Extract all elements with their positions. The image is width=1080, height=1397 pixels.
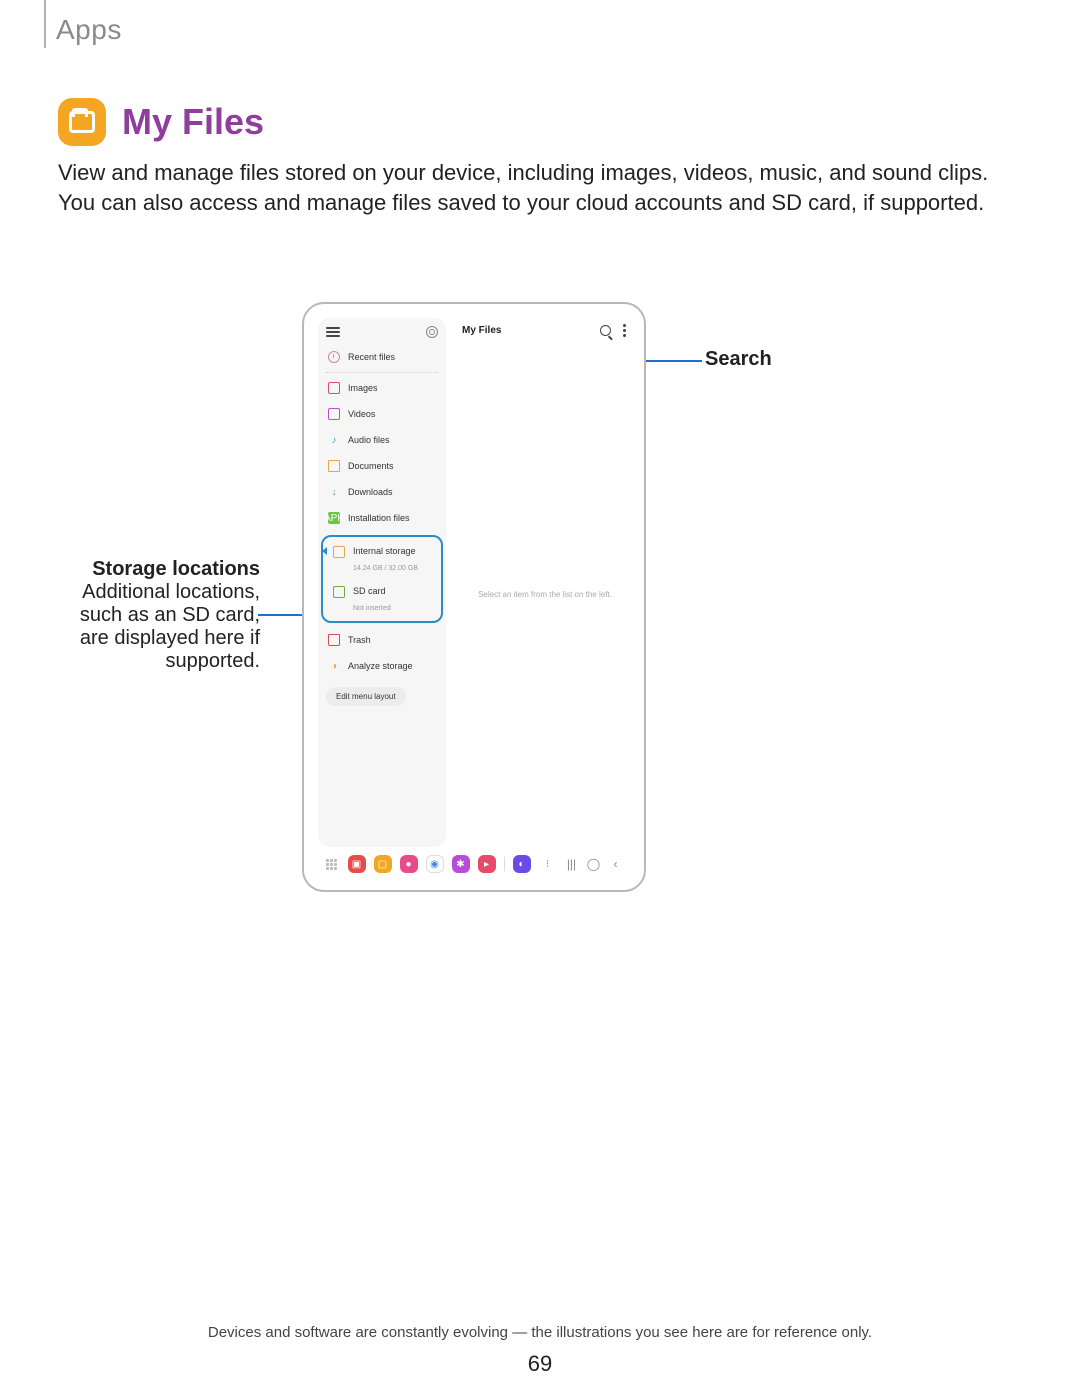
- sidebar-divider: [326, 372, 438, 373]
- storage-usage-text: 14.24 GB / 32.00 GB: [353, 565, 418, 572]
- download-icon: ↓: [328, 486, 340, 498]
- sidebar-item-label: Documents: [348, 461, 394, 471]
- apps-grid-icon[interactable]: [326, 859, 340, 870]
- more-options-icon[interactable]: [623, 324, 626, 337]
- sidebar-item-internal-storage[interactable]: Internal storage 14.24 GB / 32.00 GB: [323, 539, 441, 579]
- sidebar-item-installation[interactable]: APK Installation files: [318, 505, 446, 531]
- taskbar-app-icon[interactable]: ◐: [513, 855, 531, 873]
- taskbar-app-icon[interactable]: ▣: [348, 855, 366, 873]
- sidebar-item-label: SD card: [353, 586, 386, 596]
- taskbar-app-icon[interactable]: ▢: [374, 855, 392, 873]
- trash-icon: [328, 634, 340, 646]
- taskbar-app-icon[interactable]: ▸: [478, 855, 496, 873]
- callout-storage-body: Additional locations, such as an SD card…: [72, 581, 260, 673]
- sidebar-item-label: Audio files: [348, 435, 390, 445]
- taskbar-app-icon[interactable]: ✱: [452, 855, 470, 873]
- sidebar-item-label: Videos: [348, 409, 375, 419]
- search-icon[interactable]: [600, 325, 611, 336]
- analyze-icon: ◑: [328, 660, 340, 672]
- myfiles-title: My Files: [462, 325, 501, 336]
- myfiles-main-pane: My Files Select an item from the list on…: [446, 318, 630, 847]
- sidebar-item-documents[interactable]: Documents: [318, 453, 446, 479]
- taskbar-app-icon[interactable]: ●: [400, 855, 418, 873]
- sidebar-item-downloads[interactable]: ↓ Downloads: [318, 479, 446, 505]
- sidebar-item-label: Recent files: [348, 352, 395, 362]
- hamburger-icon[interactable]: [326, 327, 340, 337]
- sidebar-item-recent[interactable]: Recent files: [318, 344, 446, 370]
- video-icon: [328, 408, 340, 420]
- section-rule: [44, 0, 46, 48]
- image-icon: [328, 382, 340, 394]
- phone-frame: Recent files Images Videos ♪: [302, 302, 646, 892]
- taskbar-app-icon[interactable]: ⁝: [539, 855, 557, 873]
- callout-storage-locations: Storage locations Additional locations, …: [72, 558, 260, 673]
- page-title: My Files: [122, 101, 264, 143]
- sidebar-item-trash[interactable]: Trash: [318, 627, 446, 653]
- gear-icon[interactable]: [426, 326, 438, 338]
- section-label: Apps: [56, 14, 122, 46]
- edit-menu-layout-button[interactable]: Edit menu layout: [326, 687, 406, 706]
- myfiles-sidebar: Recent files Images Videos ♪: [318, 318, 446, 847]
- page-number: 69: [0, 1351, 1080, 1377]
- clock-icon: [328, 351, 340, 363]
- callout-storage-title: Storage locations: [72, 558, 260, 581]
- my-files-app-icon: [58, 98, 106, 146]
- footer-disclaimer: Devices and software are constantly evol…: [0, 1324, 1080, 1341]
- home-nav-icon[interactable]: ◯: [587, 857, 601, 871]
- device-taskbar: ▣ ▢ ● ◉ ✱ ▸ ◐ ⁝ ||| ◯ ‹: [318, 853, 630, 876]
- taskbar-chrome-icon[interactable]: ◉: [426, 855, 444, 873]
- sidebar-item-label: Analyze storage: [348, 661, 413, 671]
- document-icon: [328, 460, 340, 472]
- sidebar-item-images[interactable]: Images: [318, 375, 446, 401]
- taskbar-separator: [504, 857, 505, 871]
- sidebar-item-analyze[interactable]: ◑ Analyze storage: [318, 653, 446, 679]
- illustration-area: Storage locations Additional locations, …: [0, 298, 1080, 898]
- sidebar-item-label: Installation files: [348, 513, 410, 523]
- back-nav-icon[interactable]: ‹: [609, 857, 623, 871]
- phone-storage-icon: [333, 546, 345, 558]
- sidebar-item-audio[interactable]: ♪ Audio files: [318, 427, 446, 453]
- recents-nav-icon[interactable]: |||: [565, 857, 579, 871]
- callout-search: Search: [705, 348, 772, 371]
- sidebar-item-videos[interactable]: Videos: [318, 401, 446, 427]
- sidebar-item-label: Downloads: [348, 487, 393, 497]
- heading-row: My Files: [58, 98, 264, 146]
- sidebar-item-label: Trash: [348, 635, 371, 645]
- sidebar-item-sd-card[interactable]: SD card Not inserted: [323, 579, 441, 619]
- apk-badge-icon: APK: [328, 512, 340, 524]
- folder-icon: [69, 111, 95, 133]
- music-note-icon: ♪: [328, 434, 340, 446]
- empty-state-hint: Select an item from the list on the left…: [460, 343, 630, 847]
- sd-status-text: Not inserted: [353, 605, 391, 612]
- storage-locations-group: Internal storage 14.24 GB / 32.00 GB SD …: [321, 535, 443, 623]
- leader-line-left: [258, 614, 308, 616]
- sd-card-icon: [333, 586, 345, 598]
- sidebar-item-label: Images: [348, 383, 378, 393]
- intro-paragraph: View and manage files stored on your dev…: [58, 158, 1022, 217]
- sidebar-item-label: Internal storage: [353, 546, 416, 556]
